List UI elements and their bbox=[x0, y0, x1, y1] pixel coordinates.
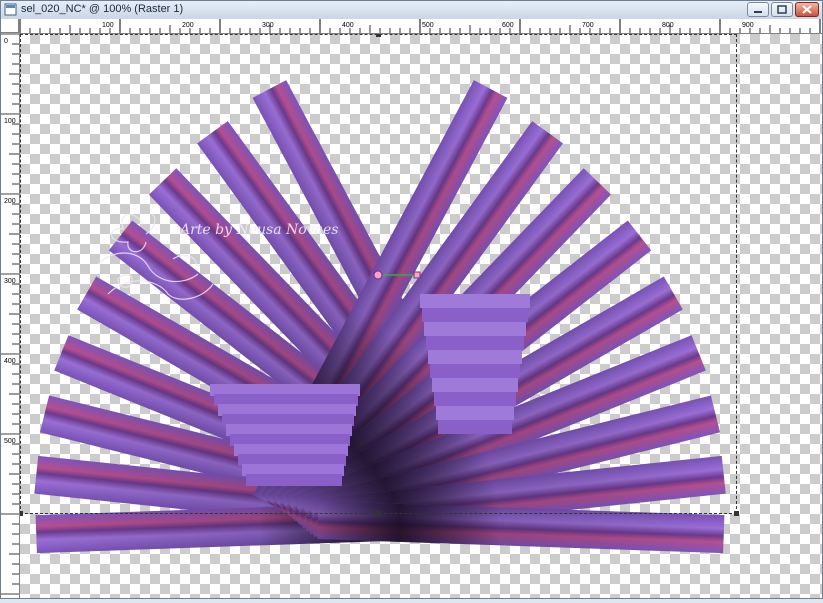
ruler-label: 200 bbox=[182, 22, 194, 29]
title-bar[interactable]: sel_020_NC* @ 100% (Raster 1) bbox=[1, 1, 822, 20]
stair-step bbox=[436, 406, 514, 420]
stair-step bbox=[432, 378, 518, 392]
ruler-label: 300 bbox=[262, 22, 274, 29]
watermark-signature: Arte by Neusa Novaes bbox=[97, 213, 338, 300]
ruler-corner bbox=[1, 19, 19, 33]
stair-step bbox=[246, 474, 342, 486]
ruler-label: 600 bbox=[502, 22, 514, 29]
ruler-label: 400 bbox=[4, 358, 16, 365]
close-icon bbox=[802, 5, 812, 14]
stair-step bbox=[438, 420, 512, 434]
ruler-label: 800 bbox=[662, 22, 674, 29]
ruler-label: 100 bbox=[102, 22, 114, 29]
minimize-button[interactable] bbox=[747, 2, 769, 17]
horizontal-ruler[interactable]: 100 200 300 400 500 600 700 800 900 bbox=[19, 19, 822, 34]
ruler-label: 400 bbox=[342, 22, 354, 29]
ruler-label: 500 bbox=[422, 22, 434, 29]
stair-step bbox=[420, 294, 530, 308]
image-window: sel_020_NC* @ 100% (Raster 1) 100 200 300 4… bbox=[0, 0, 823, 599]
document-icon bbox=[4, 3, 17, 16]
maximize-icon bbox=[777, 5, 787, 14]
vertical-ruler[interactable]: 0 100 200 300 400 500 bbox=[1, 33, 20, 598]
close-button[interactable] bbox=[795, 2, 819, 17]
vertical-ruler-scale: 0 100 200 300 400 500 bbox=[1, 33, 19, 595]
stair-step bbox=[430, 364, 520, 378]
maximize-button[interactable] bbox=[771, 2, 793, 17]
stair-step bbox=[426, 336, 524, 350]
ruler-label: 300 bbox=[4, 278, 16, 285]
stair-step bbox=[422, 308, 528, 322]
ruler-label: 200 bbox=[4, 198, 16, 205]
purple-fan-artwork bbox=[34, 80, 726, 554]
ruler-label: 900 bbox=[742, 22, 754, 29]
stair-step bbox=[428, 350, 522, 364]
ruler-label: 0 bbox=[4, 38, 8, 45]
window-title: sel_020_NC* @ 100% (Raster 1) bbox=[21, 3, 184, 15]
ruler-label: 500 bbox=[4, 438, 16, 445]
ruler-label: 700 bbox=[582, 22, 594, 29]
ribbon-right bbox=[317, 501, 725, 554]
horizontal-ruler-scale: 100 200 300 400 500 600 700 800 900 bbox=[19, 19, 821, 33]
watermark-text: Arte by Neusa Novaes bbox=[178, 222, 338, 238]
image-canvas[interactable]: Arte by Neusa Novaes bbox=[20, 34, 822, 598]
minimize-icon bbox=[754, 11, 762, 13]
transform-handle-icon[interactable] bbox=[372, 268, 422, 284]
ruler-label: 100 bbox=[4, 118, 16, 125]
stair-step bbox=[434, 392, 516, 406]
stair-step bbox=[424, 322, 526, 336]
